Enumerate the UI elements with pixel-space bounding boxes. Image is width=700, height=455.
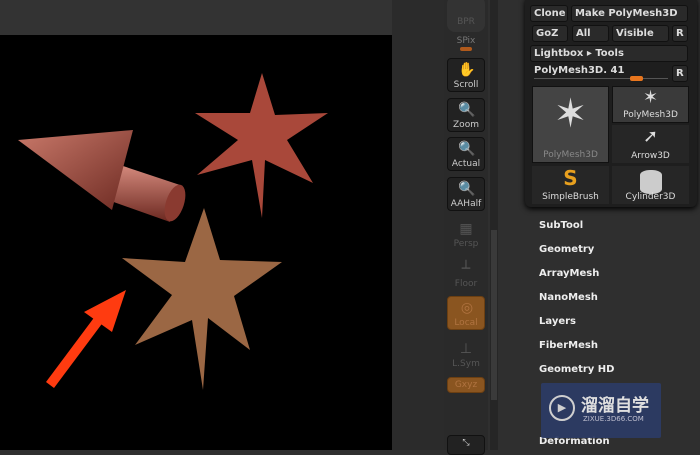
red-annotation-arrow [45, 290, 126, 388]
gxyz-button[interactable]: Gxyz [447, 377, 485, 393]
spix-handle[interactable] [460, 47, 472, 51]
bpr-label: BPR [457, 17, 475, 27]
magnifier-icon: 🔍 [458, 102, 476, 118]
watermark: ▶ 溜溜自学 ZIXUE.3D66.COM [541, 383, 661, 438]
menu-geometry[interactable]: Geometry [539, 244, 594, 255]
star-model-wood[interactable] [122, 208, 282, 390]
persp-label: Persp [453, 239, 479, 249]
thumb-label: SimpleBrush [542, 192, 599, 202]
scroll-button[interactable]: ✋ Scroll [447, 58, 485, 92]
magnifier-half-icon: 🔍 [458, 181, 476, 197]
current-tool-label: PolyMesh3D. 41 [534, 65, 625, 76]
thumb-simplebrush[interactable]: S SimpleBrush [532, 166, 609, 204]
top-bar [0, 0, 444, 35]
star-model-red[interactable] [195, 73, 328, 218]
lsym-icon: ⊥ [459, 341, 473, 357]
star-thumbnail-icon: ✶ [642, 87, 659, 108]
tool-slider-handle[interactable] [630, 76, 644, 81]
thumb-label: PolyMesh3D [623, 110, 678, 120]
floor-button[interactable]: ┴ Floor [447, 258, 485, 292]
right-shelf: BPR SPix ✋ Scroll 🔍 Zoom 🔍 Actual 🔍 AAHalf ▦… [444, 0, 488, 455]
menu-layers[interactable]: Layers [539, 316, 576, 327]
thumb-arrow3d[interactable]: ➚ Arrow3D [612, 125, 689, 163]
scroll-label: Scroll [453, 80, 479, 90]
star-thumbnail-icon: ✶ [553, 91, 588, 137]
local-button[interactable]: ◎ Local [447, 296, 485, 330]
frame-icon: ⤡ [462, 438, 470, 448]
grid-icon: ▦ [459, 221, 473, 237]
menu-arraymesh[interactable]: ArrayMesh [539, 268, 599, 279]
goz-button[interactable]: GoZ [532, 25, 568, 42]
make-polymesh-button[interactable]: Make PolyMesh3D [571, 5, 688, 22]
tool-popup: Clone Make PolyMesh3D GoZ All Visible R … [525, 0, 697, 207]
thumb-label: Arrow3D [631, 151, 670, 161]
zoom-label: Zoom [453, 120, 479, 130]
goz-visible-button[interactable]: Visible [612, 25, 669, 42]
watermark-title: 溜溜自学 [581, 396, 649, 416]
thumb-cylinder3d[interactable]: Cylinder3D [612, 166, 689, 204]
lightbox-tools-button[interactable]: Lightbox ▸ Tools [530, 45, 688, 62]
goz-all-button[interactable]: All [572, 25, 609, 42]
aahalf-label: AAHalf [450, 199, 482, 209]
viewport-canvas[interactable] [0, 35, 392, 450]
spix-slider[interactable]: SPix [447, 34, 485, 52]
actual-button[interactable]: 🔍 Actual [447, 137, 485, 171]
goz-r-button[interactable]: R [672, 25, 688, 42]
persp-button[interactable]: ▦ Persp [447, 218, 485, 252]
scrollbar-thumb[interactable] [491, 230, 497, 400]
magnifier-x1-icon: 🔍 [458, 141, 476, 157]
zoom-button[interactable]: 🔍 Zoom [447, 98, 485, 132]
menu-nanomesh[interactable]: NanoMesh [539, 292, 598, 303]
actual-label: Actual [451, 159, 481, 169]
canvas-gutter [392, 0, 444, 450]
panel-scrollbar[interactable] [490, 0, 498, 450]
frame-button[interactable]: ⤡ [447, 435, 485, 455]
simplebrush-thumbnail-icon: S [563, 166, 578, 190]
watermark-url: ZIXUE.3D66.COM [583, 415, 644, 423]
thumb-polymesh3d[interactable]: ✶ PolyMesh3D [612, 86, 689, 123]
menu-subtool[interactable]: SubTool [539, 220, 583, 231]
cylinder-thumbnail-icon [640, 170, 662, 194]
lsym-label: L.Sym [452, 359, 480, 369]
thumb-label: PolyMesh3D [543, 150, 598, 160]
gxyz-label: Gxyz [454, 380, 478, 390]
spix-label: SPix [456, 36, 476, 46]
hand-icon: ✋ [458, 62, 476, 78]
floor-label: Floor [454, 279, 478, 289]
play-logo-icon: ▶ [549, 395, 575, 421]
aahalf-button[interactable]: 🔍 AAHalf [447, 177, 485, 211]
clone-button[interactable]: Clone [530, 5, 568, 22]
bpr-button[interactable]: BPR [447, 0, 485, 32]
tool-r-button[interactable]: R [672, 65, 688, 82]
thumb-label: Cylinder3D [625, 192, 676, 202]
arrow3d-model[interactable] [18, 130, 189, 224]
lsym-button[interactable]: ⊥ L.Sym [447, 338, 485, 372]
thumb-polymesh3d-large[interactable]: ✶ PolyMesh3D [532, 86, 609, 163]
floor-icon: ┴ [461, 261, 471, 277]
menu-geometry-hd[interactable]: Geometry HD [539, 364, 614, 375]
arrow-thumbnail-icon: ➚ [642, 126, 659, 147]
tool-slider[interactable] [534, 76, 668, 81]
local-icon: ◎ [460, 300, 474, 316]
menu-fibermesh[interactable]: FiberMesh [539, 340, 598, 351]
local-label: Local [454, 318, 478, 328]
